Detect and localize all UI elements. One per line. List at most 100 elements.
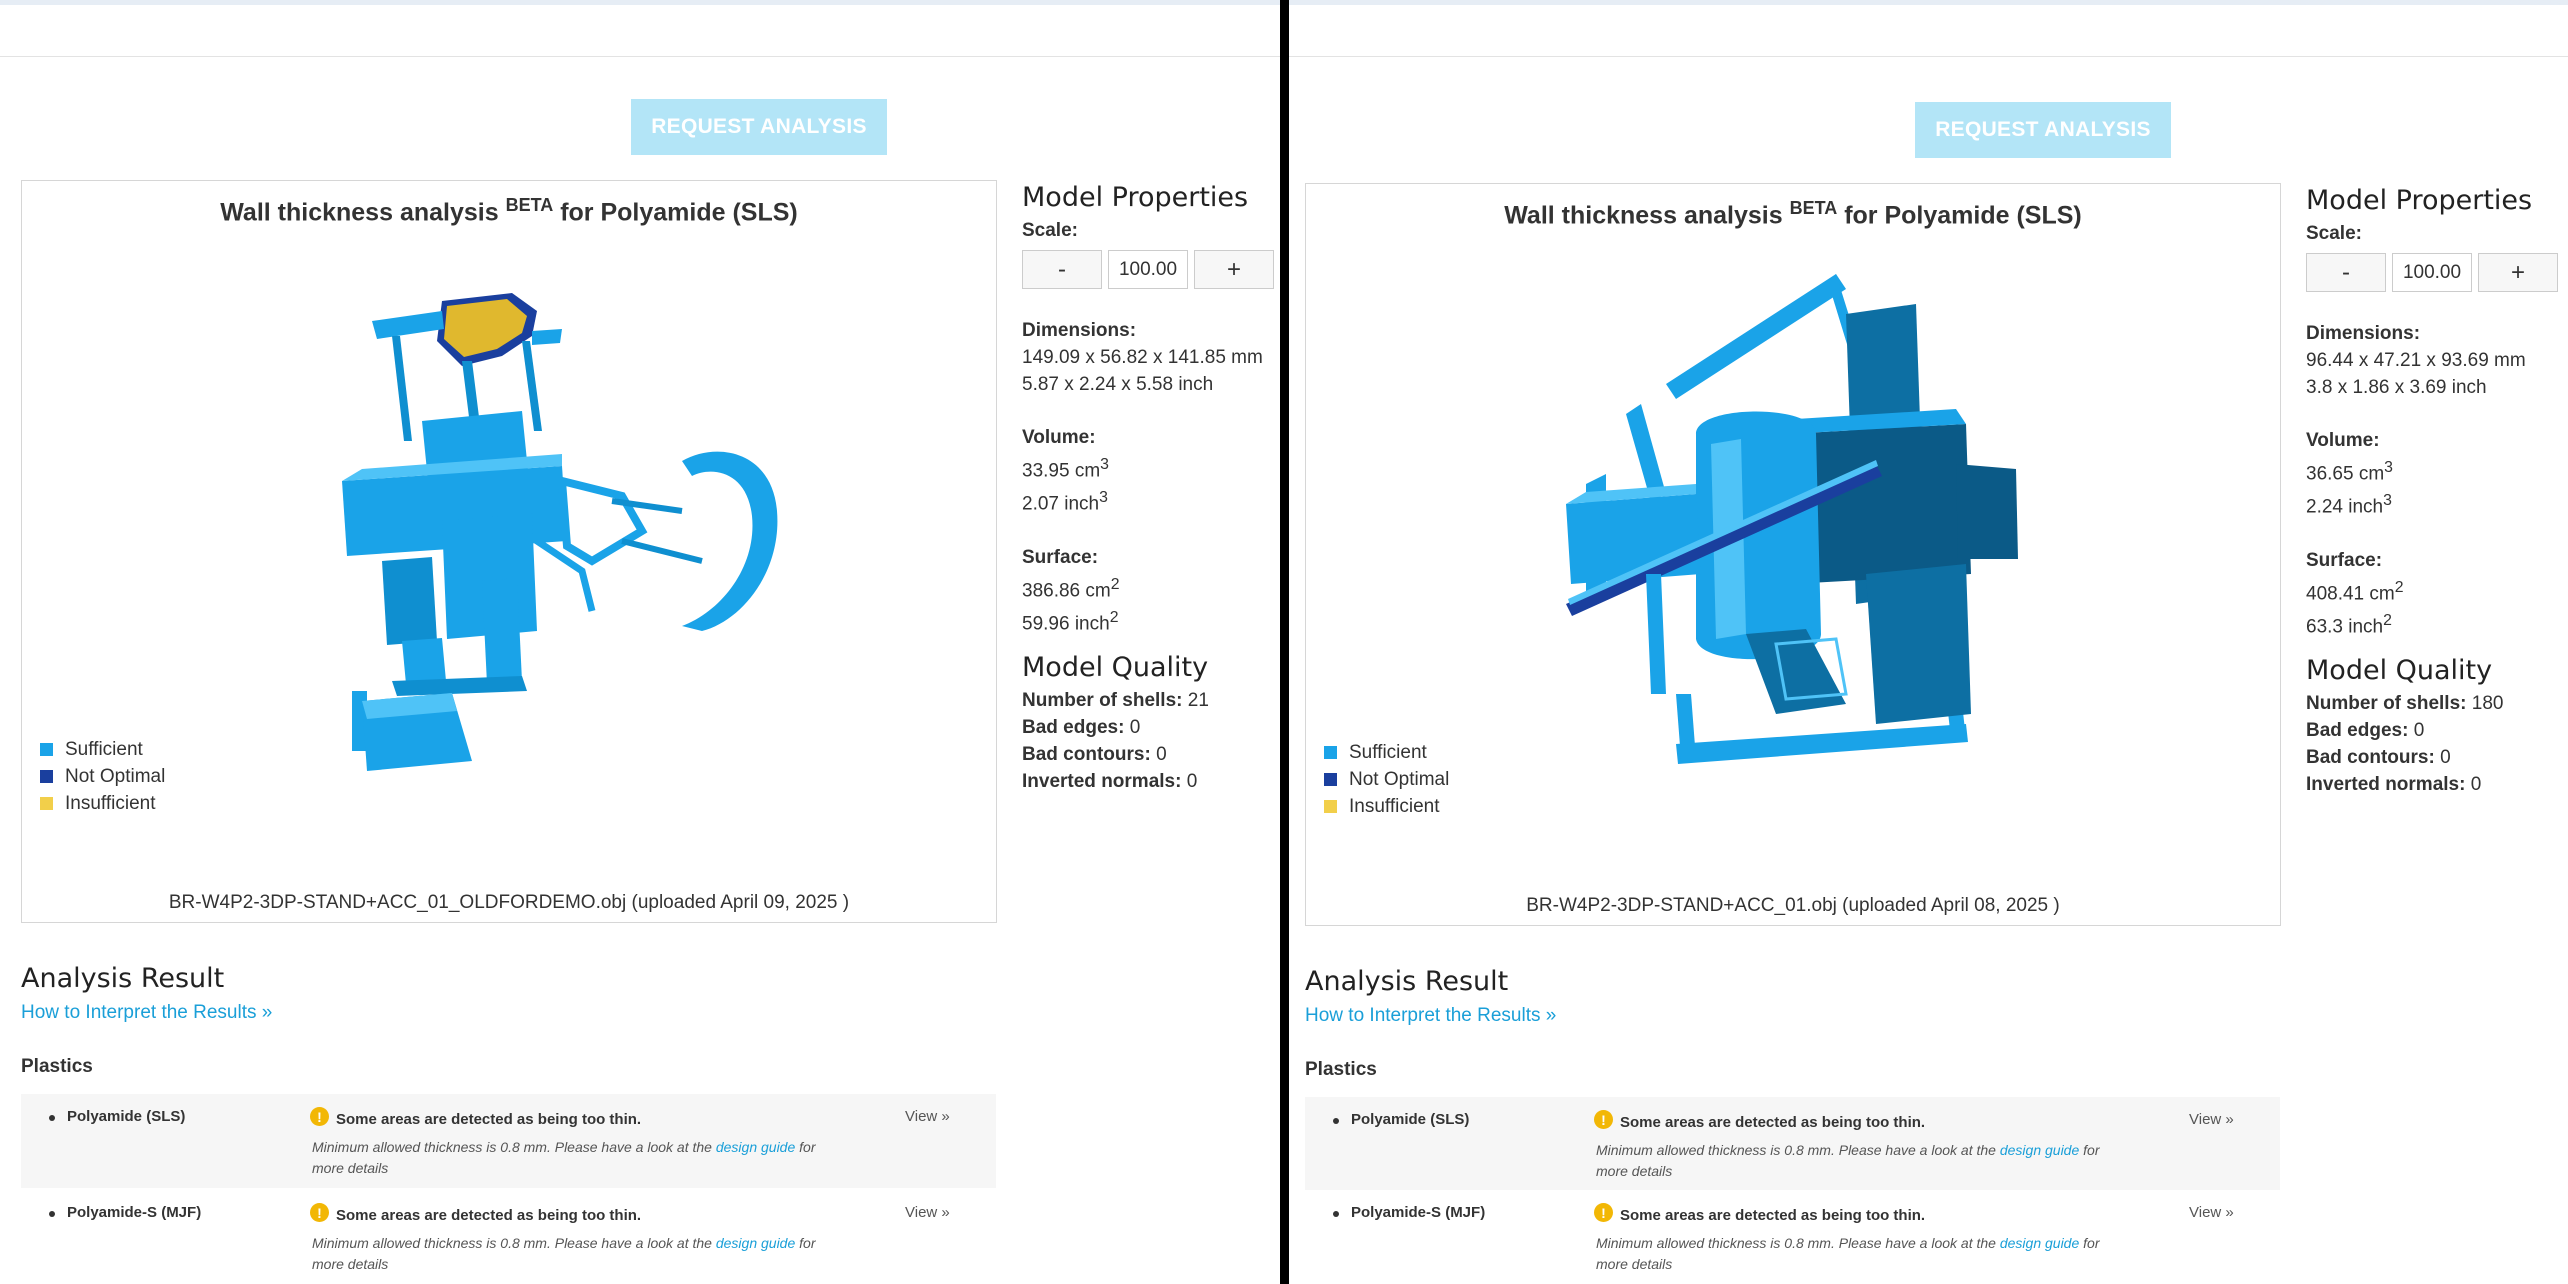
swatch-sufficient <box>40 743 53 756</box>
dimensions-inch: 5.87 x 2.24 x 5.58 inch <box>1022 374 1214 395</box>
interpret-results-link[interactable]: How to Interpret the Results » <box>1305 1005 1556 1027</box>
design-guide-link[interactable]: design guide <box>2000 1142 2079 1158</box>
surface-block: Surface: 408.41 cm2 63.3 inch2 <box>2306 547 2566 641</box>
split-divider <box>1280 0 1289 1284</box>
dimensions-block: Dimensions: 96.44 x 47.21 x 93.69 mm 3.8… <box>2306 320 2566 401</box>
top-border <box>0 0 1284 5</box>
volume-block: Volume: 36.65 cm3 2.24 inch3 <box>2306 427 2566 521</box>
request-analysis-button[interactable]: REQUEST ANALYSIS <box>1915 102 2171 158</box>
inverted-normals-value: 0 <box>1186 771 1198 793</box>
nav-divider <box>0 56 1284 57</box>
design-guide-link[interactable]: design guide <box>716 1235 795 1251</box>
result-row: Polyamide (SLS) ! Some areas are detecte… <box>1305 1097 2280 1191</box>
volume-inch: 2.24 inch3 <box>2306 487 2566 520</box>
bullet <box>1333 1118 1339 1124</box>
legend-label: Not Optimal <box>1349 768 1450 790</box>
3d-model-render[interactable] <box>1546 274 2026 814</box>
model-quality-heading: Model Quality <box>2306 655 2493 687</box>
swatch-not-optimal <box>40 770 53 783</box>
view-button[interactable]: View » <box>2189 1204 2234 1221</box>
warning-icon: ! <box>310 1203 329 1222</box>
result-detail: Minimum allowed thickness is 0.8 mm. Ple… <box>1596 1140 2126 1182</box>
shells-row: Number of shells: 180 <box>2306 690 2566 717</box>
swatch-insufficient <box>1324 800 1337 813</box>
dimensions-block: Dimensions: 149.09 x 56.82 x 141.85 mm 5… <box>1022 317 1282 398</box>
inverted-normals-row: Inverted normals: 0 <box>2306 771 2566 798</box>
model-viewer[interactable]: Wall thickness analysis BETA for Polyami… <box>1305 183 2281 926</box>
bad-contours-value: 0 <box>1156 744 1167 766</box>
result-message: Some areas are detected as being too thi… <box>1620 1207 1926 1224</box>
surface-cm-value: 386.86 cm <box>1022 579 1111 601</box>
result-detail: Minimum allowed thickness is 0.8 mm. Ple… <box>1596 1233 2126 1275</box>
scale-input[interactable]: 100.00 <box>2392 253 2472 292</box>
swatch-not-optimal <box>1324 773 1337 786</box>
view-button[interactable]: View » <box>2189 1111 2234 1128</box>
inverted-normals-row: Inverted normals: 0 <box>1022 768 1282 795</box>
volume-inch-value: 2.07 inch <box>1022 493 1100 515</box>
uploaded-filename: BR-W4P2-3DP-STAND+ACC_01_OLDFORDEMO.obj … <box>168 892 850 913</box>
scale-decrease-button[interactable]: - <box>2306 253 2386 292</box>
bad-edges-label: Bad edges: <box>2306 720 2409 742</box>
dimensions-inch: 3.8 x 1.86 x 3.69 inch <box>2306 377 2487 398</box>
surface-inch-value: 59.96 inch <box>1022 613 1110 635</box>
design-guide-link[interactable]: design guide <box>2000 1235 2079 1251</box>
nav-divider <box>1284 56 2568 57</box>
shells-value: 21 <box>1187 690 1209 712</box>
viewer-title: Wall thickness analysis BETA for Polyami… <box>1306 198 2280 230</box>
design-guide-link[interactable]: design guide <box>716 1139 795 1155</box>
bad-edges-row: Bad edges: 0 <box>1022 714 1282 741</box>
legend: Sufficient Not Optimal Insufficient <box>40 736 165 817</box>
interpret-results-link[interactable]: How to Interpret the Results » <box>21 1002 272 1024</box>
result-message: Some areas are detected as being too thi… <box>336 1111 642 1128</box>
surface-inch: 63.3 inch2 <box>2306 607 2566 640</box>
model-viewer[interactable]: Wall thickness analysis BETA for Polyami… <box>21 180 997 923</box>
title-prefix: Wall thickness analysis <box>1504 201 1783 230</box>
unit-exponent: 2 <box>1110 575 1120 593</box>
3d-model-render[interactable] <box>322 281 802 801</box>
volume-label: Volume: <box>2306 430 2380 451</box>
result-row: Polyamide (SLS) ! Some areas are detecte… <box>21 1094 996 1188</box>
scale-increase-button[interactable]: + <box>2478 253 2558 292</box>
volume-cm: 33.95 cm3 <box>1022 451 1282 484</box>
surface-label: Surface: <box>1022 546 1099 568</box>
bad-edges-row: Bad edges: 0 <box>2306 717 2566 744</box>
legend-item-not-optimal: Not Optimal <box>40 763 165 790</box>
shells-label: Number of shells: <box>1022 690 1183 712</box>
legend-item-insufficient: Insufficient <box>1324 793 1449 820</box>
scale-decrease-button[interactable]: - <box>1022 250 1102 289</box>
surface-label: Surface: <box>2306 549 2383 571</box>
swatch-insufficient <box>40 797 53 810</box>
legend-label: Insufficient <box>65 792 156 814</box>
top-border <box>1284 0 2568 5</box>
view-button[interactable]: View » <box>905 1204 950 1221</box>
material-name: Polyamide (SLS) <box>1351 1111 1470 1128</box>
inverted-normals-label: Inverted normals: <box>1022 771 1182 793</box>
material-name: Polyamide-S (MJF) <box>1351 1204 1486 1221</box>
uploaded-filename: BR-W4P2-3DP-STAND+ACC_01.obj (uploaded A… <box>1526 895 2060 916</box>
surface-inch: 59.96 inch2 <box>1022 604 1282 637</box>
legend-label: Sufficient <box>1349 741 1427 763</box>
detail-text: Minimum allowed thickness is 0.8 mm. Ple… <box>1596 1142 1996 1158</box>
shells-value: 180 <box>2471 693 2504 715</box>
bad-edges-label: Bad edges: <box>1022 717 1125 739</box>
view-button[interactable]: View » <box>905 1108 950 1125</box>
scale-increase-button[interactable]: + <box>1194 250 1274 289</box>
volume-cm-value: 36.65 cm <box>2306 463 2385 485</box>
analysis-result-heading: Analysis Result <box>1305 966 1509 997</box>
volume-block: Volume: 33.95 cm3 2.07 inch3 <box>1022 424 1282 518</box>
legend-item-sufficient: Sufficient <box>40 736 165 763</box>
dimensions-mm: 149.09 x 56.82 x 141.85 mm <box>1022 347 1263 368</box>
beta-badge: BETA <box>1789 198 1838 218</box>
scale-label: Scale: <box>1022 220 1078 241</box>
swatch-sufficient <box>1324 746 1337 759</box>
legend-label: Insufficient <box>1349 795 1440 817</box>
volume-label: Volume: <box>1022 427 1096 448</box>
detail-text: Minimum allowed thickness is 0.8 mm. Ple… <box>1596 1235 1996 1251</box>
result-message: Some areas are detected as being too thi… <box>336 1207 642 1224</box>
request-analysis-button[interactable]: REQUEST ANALYSIS <box>631 99 887 155</box>
inverted-normals-value: 0 <box>2470 774 2482 796</box>
dimensions-label: Dimensions: <box>1022 320 1137 341</box>
scale-control: - 100.00 + <box>2306 253 2566 292</box>
scale-input[interactable]: 100.00 <box>1108 250 1188 289</box>
bad-contours-value: 0 <box>2440 747 2451 769</box>
